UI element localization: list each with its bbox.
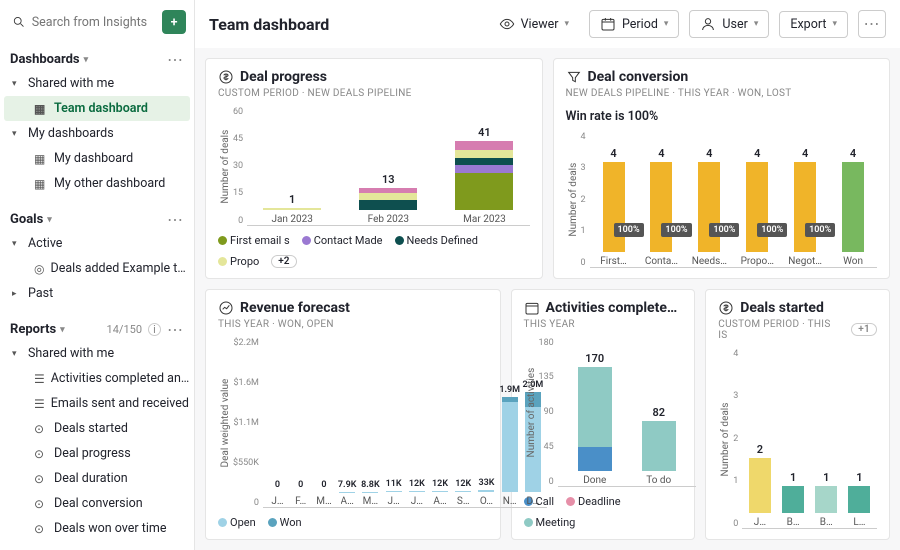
coin-icon: ⊙ [34,522,48,536]
section-menu[interactable]: ⋯ [167,326,184,334]
user-select[interactable]: User▾ [689,10,769,38]
card-sub: THIS YEAR · WON, OPEN [218,319,488,330]
coin-icon: ⊙ [34,447,48,461]
calendar-icon [524,300,540,316]
card-sub: NEW DEALS PIPELINE · THIS YEAR · WON, LO… [566,88,878,99]
add-button[interactable]: + [162,10,186,34]
y-axis-label: Number of deals [218,107,233,226]
coin-icon [718,300,734,316]
funnel-icon [566,69,582,85]
report-item[interactable]: ☰Emails sent and received [0,391,194,416]
more-button[interactable]: ⋯ [858,10,886,38]
viewer-select[interactable]: Viewer▾ [489,11,579,37]
legend: First email sContact MadeNeeds DefinedPr… [218,234,530,268]
y-axis-label: Deal weighted value [218,338,233,508]
forecast-icon [218,300,234,316]
report-item[interactable]: ⊙Deals won over time [0,516,194,541]
period-select[interactable]: Period▾ [589,10,679,38]
topbar: Team dashboard Viewer▾ Period▾ User▾ Exp… [195,0,900,48]
chart-bars: 0J…0F…0M…7.9KA…8.8KM…11KJ…12KJ…12KA…12KS… [263,338,548,508]
cal-icon: ☰ [34,397,45,411]
card-sub: CUSTOM PERIOD · THIS IS +1 [718,319,877,341]
card-title: Deal progress [240,69,327,85]
report-item[interactable]: ⊙Deal duration [0,466,194,491]
report-item[interactable]: ☰Activities completed an… [0,366,194,391]
item-my-dashboard[interactable]: ▦My dashboard [0,146,194,171]
dashboard-icon: ▦ [34,152,48,166]
card-title: Deal conversion [588,69,689,85]
coin-icon: ⊙ [34,497,48,511]
target-icon: ◎ [34,262,44,276]
y-axis-label: Number of activities [524,338,539,487]
group-active[interactable]: ▾Active [0,231,194,256]
dashboard-icon: ▦ [34,102,48,116]
page-title: Team dashboard [209,15,479,34]
card-sub: THIS YEAR [524,319,683,330]
y-axis-label: Number of deals [718,349,733,529]
sidebar: + Dashboards ▾ ⋯ ▾Shared with me ▦Team d… [0,0,195,550]
card-revenue-forecast: Revenue forecast THIS YEAR · WON, OPEN D… [205,289,501,540]
calendar-icon [600,16,616,32]
card-title: Activities complete… [546,300,678,316]
card-sub: CUSTOM PERIOD · NEW DEALS PIPELINE [218,88,530,99]
export-button[interactable]: Export▾ [779,11,848,38]
y-axis-label: Number of deals [566,132,581,268]
card-title: Deals started [740,300,824,316]
search-icon [12,14,26,30]
group-reports-shared[interactable]: ▾Shared with me [0,341,194,366]
chart-bars: 1Jan 202313Feb 202341Mar 2023 [247,107,529,226]
group-my-dashboards[interactable]: ▾My dashboards [0,121,194,146]
section-menu[interactable]: ⋯ [167,56,184,64]
report-item[interactable]: ⊙Deal progress [0,441,194,466]
user-icon [700,16,716,32]
section-menu[interactable]: ⋯ [167,216,184,224]
search-input-wrap[interactable] [8,10,156,34]
coin-icon: ⊙ [34,472,48,486]
chart-bars: 2J…1B…1B…1L… [742,349,877,529]
card-deal-conversion: Deal conversion NEW DEALS PIPELINE · THI… [553,58,891,279]
card-title: Revenue forecast [240,300,350,316]
cal-icon: ☰ [34,372,45,386]
legend-more[interactable]: +2 [271,255,296,268]
report-item[interactable]: ⊙Deal conversion [0,491,194,516]
chart-bars: 170Done82To do [558,338,696,487]
item-deals-added[interactable]: ◎Deals added Example t… [0,256,194,281]
group-past[interactable]: ▸Past [0,281,194,306]
group-shared[interactable]: ▾Shared with me [0,71,194,96]
dashboard-icon: ▦ [34,177,48,191]
report-item[interactable]: ⊙Deals started [0,416,194,441]
chevron-down-icon: ▾ [84,55,89,65]
chart-bars: 4First…100%4Conta…100%4Needs…100%4Propo…… [590,132,877,268]
eye-icon [499,16,515,32]
main: Team dashboard Viewer▾ Period▾ User▾ Exp… [195,0,900,550]
coin-icon [218,69,234,85]
info-icon[interactable]: i [148,323,161,336]
chevron-down-icon: ▾ [47,215,52,225]
reports-count: 14/150 [107,323,142,336]
coin-icon: ⊙ [34,422,48,436]
section-goals[interactable]: Goals ▾ [10,212,52,227]
win-rate-note: Win rate is 100% [566,109,878,124]
section-reports[interactable]: Reports ▾ [10,322,65,337]
search-input[interactable] [32,15,152,30]
card-deal-progress: Deal progress CUSTOM PERIOD · NEW DEALS … [205,58,543,279]
card-deals-started: Deals started CUSTOM PERIOD · THIS IS +1… [705,289,890,540]
chevron-down-icon: ▾ [60,325,65,335]
item-my-other-dashboard[interactable]: ▦My other dashboard [0,171,194,196]
more-badge[interactable]: +1 [851,323,877,336]
legend: OpenWon [218,516,488,529]
item-team-dashboard[interactable]: ▦Team dashboard [4,96,190,121]
section-dashboards[interactable]: Dashboards ▾ [10,52,88,67]
